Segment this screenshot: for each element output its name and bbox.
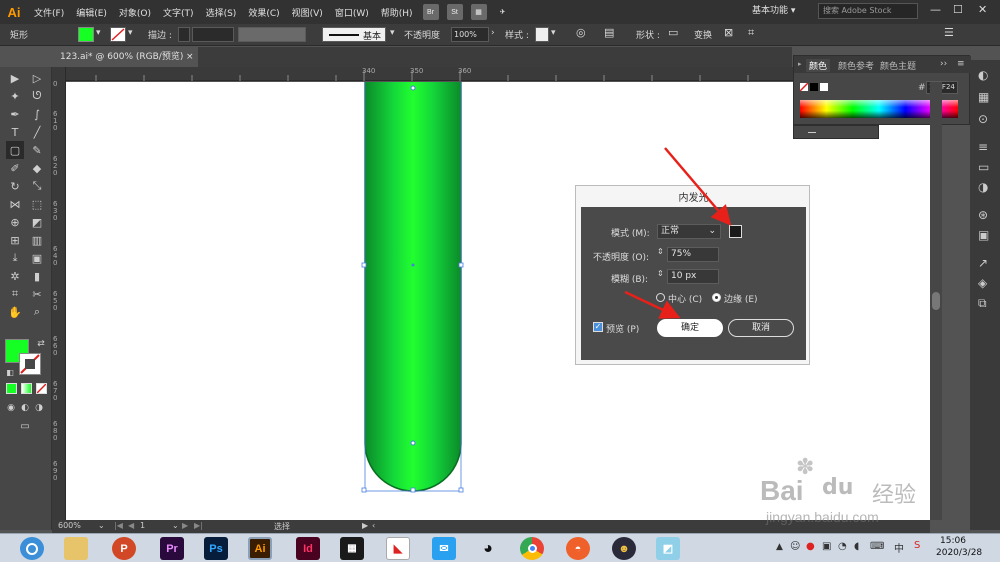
artboard-number[interactable]: 1 (140, 521, 145, 530)
tray-keyboard-icon[interactable]: ⌨ (870, 541, 884, 552)
messenger-icon[interactable]: ✉ (432, 537, 456, 560)
wps-icon[interactable]: ◣ (386, 537, 410, 560)
powerpoint-icon[interactable]: P (112, 537, 136, 560)
file-explorer-icon[interactable] (64, 537, 88, 560)
chrome-icon[interactable] (520, 537, 544, 560)
start-button[interactable] (20, 537, 44, 560)
tray-people-icon[interactable]: ☺ (790, 541, 800, 552)
next-artboard-icon[interactable]: ▶ (182, 521, 188, 530)
indesign-icon[interactable]: Id (296, 537, 320, 560)
current-tool-label: 选择 (274, 522, 290, 531)
tray-expand-icon[interactable]: ▲ (776, 542, 783, 552)
annotation-arrows (624, 147, 732, 319)
illustrator-icon[interactable]: Ai (248, 537, 272, 560)
tray-volume-icon[interactable]: ◖ (854, 541, 859, 552)
browser-icon[interactable]: ◓ (566, 537, 590, 560)
prev-artboard-icon[interactable]: ◀ (128, 521, 134, 530)
premiere-icon[interactable]: Pr (160, 537, 184, 560)
photoshop-icon[interactable]: Ps (204, 537, 228, 560)
start-orb-icon (26, 542, 38, 555)
chevron-down-icon[interactable]: ⌄ (172, 521, 179, 530)
first-artboard-icon[interactable]: |◀ (114, 521, 123, 530)
clock-date[interactable]: 2020/3/28 (936, 548, 982, 558)
qq-icon[interactable]: ◕ (476, 537, 500, 560)
chevron-down-icon[interactable]: ⌄ (98, 521, 105, 530)
notes-app-icon[interactable]: ◩ (656, 537, 680, 560)
tray-network-icon[interactable]: ▣ (822, 541, 831, 552)
last-artboard-icon[interactable]: ▶| (194, 521, 203, 530)
scroll-left-icon[interactable]: ‹ (372, 521, 375, 530)
video-editor-icon[interactable]: ▦ (340, 537, 364, 560)
tray-sogou-icon[interactable]: S (914, 540, 920, 551)
status-bar: 600% ⌄ |◀ ◀ 1 ⌄ ▶ ▶| 选择 ▶ ‹ (52, 520, 930, 533)
zoom-level[interactable]: 600% (58, 521, 81, 530)
clock-time[interactable]: 15:06 (940, 536, 966, 546)
windows-taskbar: P Pr Ps Ai Id ▦ ◣ ✉ ◕ ◓ ☻ ◩ ▲ ☺ ● ▣ ◔ ◖ … (0, 533, 1000, 562)
chrome-center (527, 544, 537, 553)
tray-ime-icon[interactable]: 中 (894, 540, 904, 555)
tray-wifi-icon[interactable]: ◔ (838, 541, 847, 552)
tray-app-icon[interactable]: ● (806, 541, 815, 552)
status-menu-icon[interactable]: ▶ (362, 521, 368, 530)
avatar-app-icon[interactable]: ☻ (612, 537, 636, 560)
